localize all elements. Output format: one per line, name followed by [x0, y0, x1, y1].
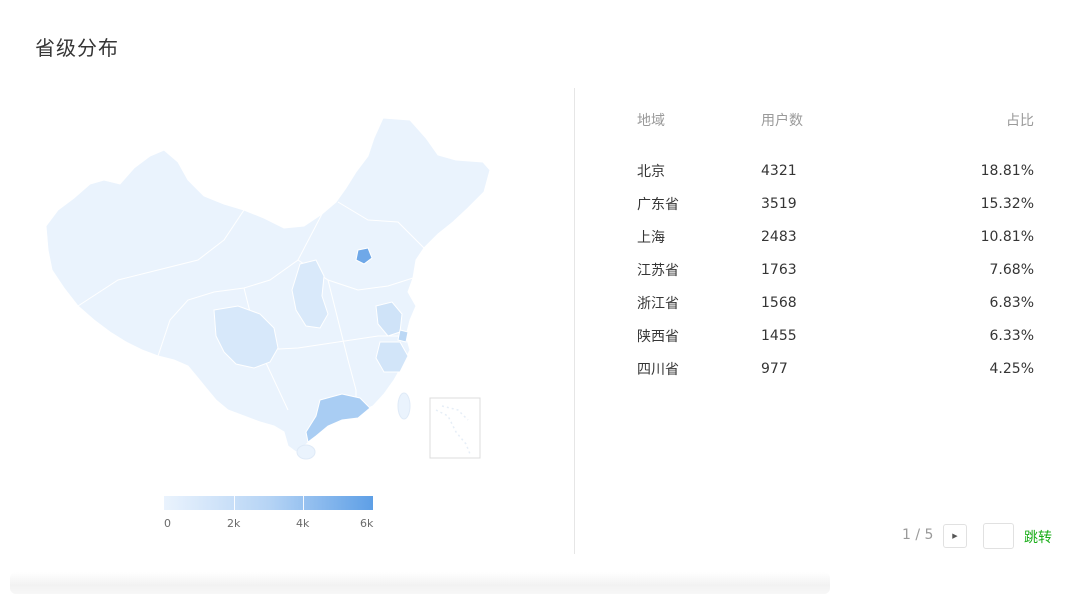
table-header: 地域 用户数 占比	[637, 108, 1034, 132]
legend-tick	[234, 496, 235, 510]
cell-users: 1763	[761, 261, 797, 278]
cell-users: 3519	[761, 195, 797, 212]
page-jump-input[interactable]	[983, 523, 1014, 549]
cell-region: 四川省	[637, 361, 679, 378]
header-ratio: 占比	[1006, 113, 1034, 129]
south-china-sea-inset	[429, 397, 481, 459]
table-row: 上海 2483 10.81%	[637, 220, 1034, 253]
table-row: 浙江省 1568 6.83%	[637, 286, 1034, 319]
cell-ratio: 10.81%	[980, 228, 1034, 245]
cell-region: 江苏省	[637, 262, 679, 279]
cell-users: 1455	[761, 327, 797, 344]
china-map-svg	[45, 117, 491, 460]
cell-region: 上海	[637, 229, 665, 246]
next-page-button[interactable]: ▶	[943, 524, 967, 548]
page-indicator: 1 / 5	[902, 527, 934, 543]
pagination: 1 / 5 ▶ 跳转	[0, 523, 1080, 549]
cell-ratio: 7.68%	[989, 261, 1034, 278]
cell-ratio: 6.83%	[989, 294, 1034, 311]
header-users: 用户数	[761, 113, 803, 129]
cell-users: 1568	[761, 294, 797, 311]
map-region-shanghai	[397, 329, 409, 343]
cell-users: 977	[761, 360, 788, 377]
region-table: 地域 用户数 占比 北京 4321 18.81% 广东省 3519 15.32%…	[637, 108, 1034, 385]
cell-region: 陕西省	[637, 328, 679, 345]
table-row: 四川省 977 4.25%	[637, 352, 1034, 385]
cell-region: 北京	[637, 163, 665, 180]
cell-users: 2483	[761, 228, 797, 245]
cell-region: 浙江省	[637, 295, 679, 312]
china-province-map	[38, 110, 498, 470]
table-row: 江苏省 1763 7.68%	[637, 253, 1034, 286]
map-region-taiwan	[397, 392, 411, 420]
jump-button[interactable]: 跳转	[1024, 527, 1052, 547]
table-row: 北京 4321 18.81%	[637, 154, 1034, 187]
cell-ratio: 6.33%	[989, 327, 1034, 344]
map-region-hainan	[296, 444, 316, 460]
legend-tick	[303, 496, 304, 510]
cell-ratio: 4.25%	[989, 360, 1034, 377]
section-title: 省级分布	[35, 36, 119, 60]
table-row: 陕西省 1455 6.33%	[637, 319, 1034, 352]
legend-gradient-bar	[164, 496, 373, 510]
header-region: 地域	[637, 113, 665, 129]
vertical-divider	[574, 88, 575, 554]
map-region-base	[45, 117, 491, 453]
cell-users: 4321	[761, 162, 797, 179]
cell-ratio: 15.32%	[980, 195, 1034, 212]
table-body: 北京 4321 18.81% 广东省 3519 15.32% 上海 2483 1…	[637, 154, 1034, 385]
cell-ratio: 18.81%	[980, 162, 1034, 179]
bottom-shadow	[10, 572, 830, 594]
table-row: 广东省 3519 15.32%	[637, 187, 1034, 220]
caret-right-icon: ▶	[952, 533, 958, 540]
cell-region: 广东省	[637, 196, 679, 213]
